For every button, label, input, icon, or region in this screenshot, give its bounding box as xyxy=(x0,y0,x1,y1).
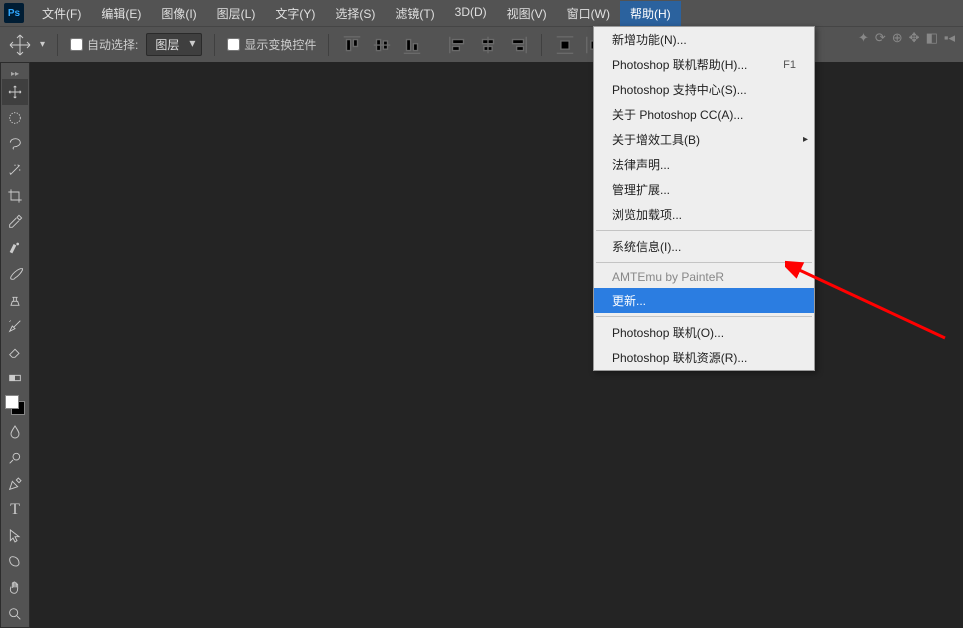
path-select-tool[interactable] xyxy=(2,523,28,549)
divider xyxy=(57,34,58,56)
menu-entry-label: Photoshop 联机帮助(H)... xyxy=(612,56,747,73)
align-vcenter-icon xyxy=(371,34,393,56)
show-transform-label: 显示变换控件 xyxy=(244,36,316,53)
menu-item-10[interactable]: 帮助(H) xyxy=(620,1,681,26)
menu-entry-label: 法律声明... xyxy=(612,156,670,173)
menu-item-2[interactable]: 图像(I) xyxy=(151,1,206,26)
gradient-tool[interactable] xyxy=(2,365,28,391)
menu-shortcut: F1 xyxy=(783,59,796,71)
menu-entry[interactable]: 法律声明... xyxy=(594,152,814,177)
menu-entry[interactable]: 新增功能(N)... xyxy=(594,27,814,52)
lasso-tool[interactable] xyxy=(2,131,28,157)
refresh-icon[interactable]: ⟳ xyxy=(875,30,886,46)
menu-separator xyxy=(596,316,812,317)
menu-item-9[interactable]: 窗口(W) xyxy=(557,1,620,26)
move-tool-icon xyxy=(8,33,32,57)
type-tool[interactable]: T xyxy=(2,497,28,523)
align-left-icon xyxy=(447,34,469,56)
menu-entry-label: AMTEmu by PainteR xyxy=(612,270,724,284)
options-bar: ▾ 自动选择: 图层 显示变换控件 xyxy=(0,26,963,62)
menu-entry[interactable]: 更新... xyxy=(594,288,814,313)
align-bottom-icon xyxy=(401,34,423,56)
brush-tool[interactable] xyxy=(2,261,28,287)
healing-tool[interactable] xyxy=(2,235,28,261)
layer-select-dropdown[interactable]: 图层 xyxy=(146,33,202,56)
auto-select-label: 自动选择: xyxy=(87,36,138,53)
blur-tool[interactable] xyxy=(2,419,28,445)
show-transform-checkbox[interactable]: 显示变换控件 xyxy=(227,36,316,53)
menu-entry[interactable]: 关于增效工具(B) xyxy=(594,127,814,152)
layer-select-value: 图层 xyxy=(155,38,179,52)
move-icon[interactable]: ✥ xyxy=(909,30,920,46)
menu-item-4[interactable]: 文字(Y) xyxy=(265,1,325,26)
divider xyxy=(541,34,542,56)
chevron-down-icon[interactable]: ▾ xyxy=(40,39,45,50)
align-top-icon xyxy=(341,34,363,56)
menu-entry[interactable]: 系统信息(I)... xyxy=(594,234,814,259)
menu-item-3[interactable]: 图层(L) xyxy=(207,1,266,26)
shape-tool[interactable] xyxy=(2,549,28,575)
canvas-area[interactable] xyxy=(30,62,963,616)
camera-icon[interactable]: ▪◂ xyxy=(944,30,955,46)
menu-entry-label: 关于增效工具(B) xyxy=(612,131,700,148)
crop-tool[interactable] xyxy=(2,183,28,209)
color-swatch[interactable] xyxy=(5,395,25,415)
eyedropper-tool[interactable] xyxy=(2,209,28,235)
menu-entry-label: Photoshop 支持中心(S)... xyxy=(612,81,747,98)
menu-item-0[interactable]: 文件(F) xyxy=(32,1,91,26)
clone-stamp-tool[interactable] xyxy=(2,287,28,313)
3d-icon[interactable]: ◧ xyxy=(926,30,938,46)
menu-entry-label: 新增功能(N)... xyxy=(612,31,687,48)
align-right-icon xyxy=(507,34,529,56)
move-tool[interactable] xyxy=(2,79,28,105)
menu-entry-label: 更新... xyxy=(612,292,646,309)
menu-entry-label: 系统信息(I)... xyxy=(612,238,681,255)
menu-entry-label: 浏览加载项... xyxy=(612,206,682,223)
menu-entry[interactable]: 浏览加载项... xyxy=(594,202,814,227)
menu-entry-label: Photoshop 联机资源(R)... xyxy=(612,349,747,366)
menu-item-6[interactable]: 滤镜(T) xyxy=(385,1,444,26)
pen-tool[interactable] xyxy=(2,471,28,497)
align-hcenter-icon xyxy=(477,34,499,56)
divider xyxy=(214,34,215,56)
dodge-tool[interactable] xyxy=(2,445,28,471)
menu-item-8[interactable]: 视图(V) xyxy=(497,1,557,26)
menu-separator xyxy=(596,230,812,231)
help-menu-dropdown: 新增功能(N)...Photoshop 联机帮助(H)...F1Photosho… xyxy=(593,26,815,371)
menu-entry[interactable]: Photoshop 联机资源(R)... xyxy=(594,345,814,370)
menu-entry-label: Photoshop 联机(O)... xyxy=(612,324,724,341)
menu-bar: Ps 文件(F)编辑(E)图像(I)图层(L)文字(Y)选择(S)滤镜(T)3D… xyxy=(0,0,963,26)
effects-icon[interactable]: ✦ xyxy=(858,30,869,46)
menu-item-1[interactable]: 编辑(E) xyxy=(91,1,151,26)
menu-entry[interactable]: 管理扩展... xyxy=(594,177,814,202)
menu-item-5[interactable]: 选择(S) xyxy=(325,1,385,26)
menu-entry[interactable]: Photoshop 支持中心(S)... xyxy=(594,77,814,102)
app-logo: Ps xyxy=(4,3,24,23)
divider xyxy=(328,34,329,56)
toolbox-expand-icon[interactable]: ▸▸ xyxy=(1,69,29,77)
menu-separator xyxy=(596,262,812,263)
menu-entry[interactable]: Photoshop 联机帮助(H)... F1 xyxy=(594,52,814,77)
menu-entry[interactable]: 关于 Photoshop CC(A)... xyxy=(594,102,814,127)
menu-entry-label: 管理扩展... xyxy=(612,181,670,198)
right-toolbar-icons[interactable]: ✦ ⟳ ⊕ ✥ ◧ ▪◂ xyxy=(858,30,955,46)
hand-tool[interactable] xyxy=(2,575,28,601)
menu-entry[interactable]: Photoshop 联机(O)... xyxy=(594,320,814,345)
magic-wand-tool[interactable] xyxy=(2,157,28,183)
auto-select-checkbox[interactable]: 自动选择: xyxy=(70,36,138,53)
distribute-h-icon xyxy=(554,34,576,56)
eraser-tool[interactable] xyxy=(2,339,28,365)
menu-entry-label: 关于 Photoshop CC(A)... xyxy=(612,106,743,123)
marquee-tool[interactable] xyxy=(2,105,28,131)
history-brush-tool[interactable] xyxy=(2,313,28,339)
menu-entry: AMTEmu by PainteR xyxy=(594,266,814,288)
mask-icon[interactable]: ⊕ xyxy=(892,30,903,46)
toolbox: ▸▸ T xyxy=(0,62,30,628)
zoom-tool[interactable] xyxy=(2,601,28,627)
menu-item-7[interactable]: 3D(D) xyxy=(445,1,497,26)
